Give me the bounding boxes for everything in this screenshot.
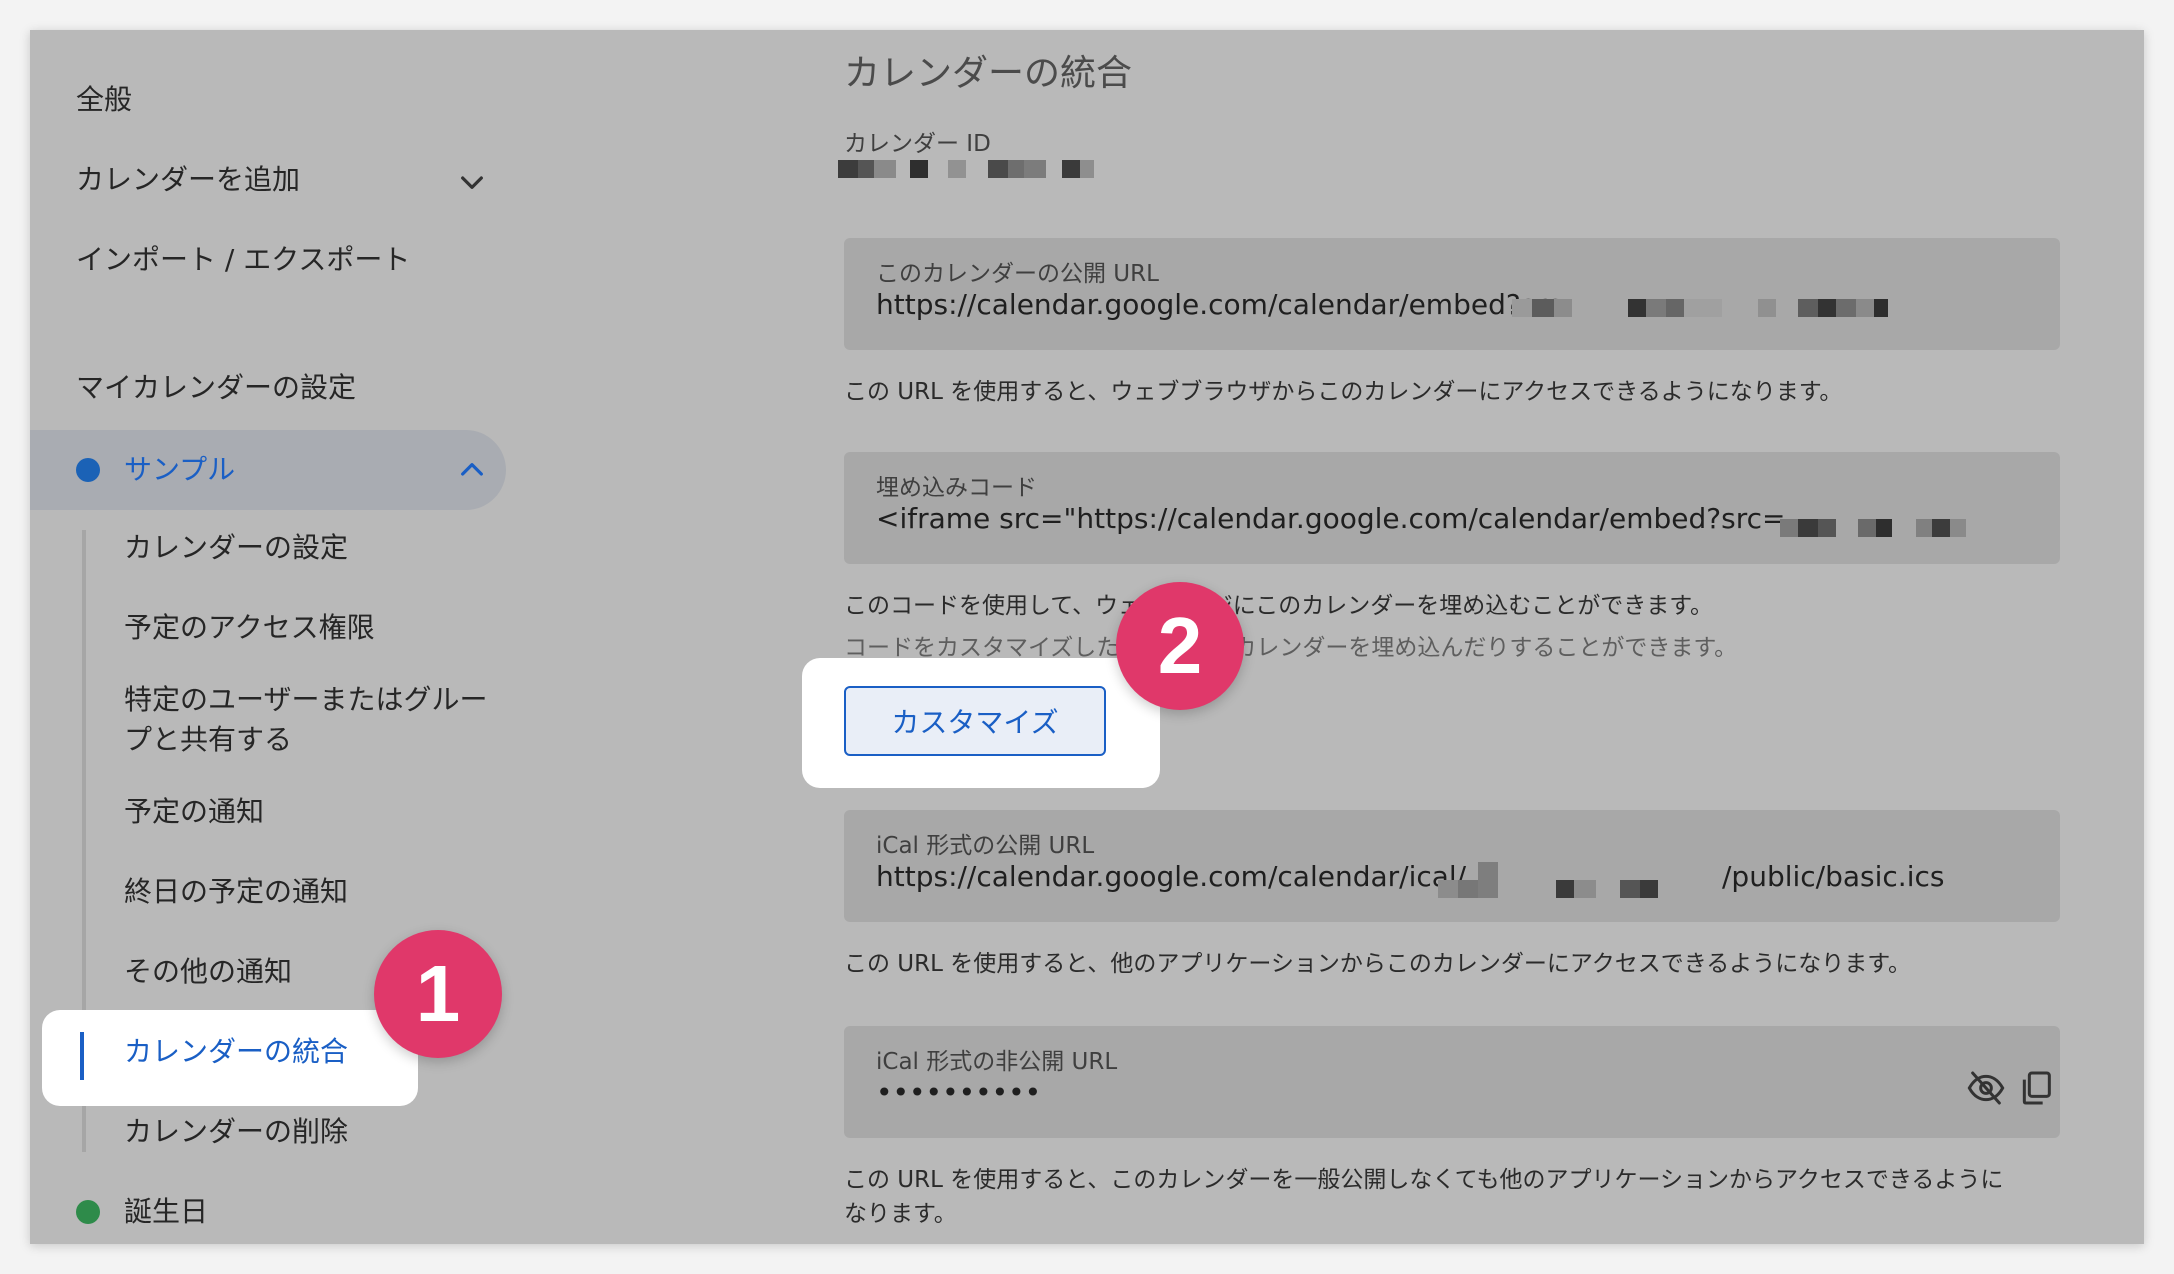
public-url-field[interactable]: このカレンダーの公開 URL https://calendar.google.c… bbox=[844, 238, 2060, 350]
sidebar-item-add-calendar[interactable]: カレンダーを追加 bbox=[76, 160, 300, 200]
redacted-value bbox=[1512, 299, 1888, 317]
sidebar-item-general[interactable]: 全般 bbox=[76, 80, 132, 120]
embed-code-description-2: コードをカスタマイズしたり、複数のカレンダーを埋め込んだりすることができます。 bbox=[844, 635, 1738, 661]
embed-code-label: 埋め込みコード bbox=[876, 475, 1037, 501]
settings-window: 全般 カレンダーを追加 インポート / エクスポート マイカレンダーの設定 サン… bbox=[30, 30, 2144, 1244]
step1-badge: 1 bbox=[374, 930, 502, 1058]
sidebar-item-delete[interactable]: カレンダーの削除 bbox=[124, 1112, 348, 1152]
sidebar-item-integrate[interactable]: カレンダーの統合 bbox=[124, 1032, 348, 1072]
ical-public-url-field[interactable]: iCal 形式の公開 URL https://calendar.google.c… bbox=[844, 810, 2060, 922]
sidebar-item-access-permissions[interactable]: 予定のアクセス権限 bbox=[124, 608, 375, 648]
eye-off-icon[interactable] bbox=[1966, 1068, 2006, 1108]
active-calendar-name: サンプル bbox=[124, 453, 236, 486]
public-url-label: このカレンダーの公開 URL bbox=[876, 261, 1159, 287]
ical-public-url-description: この URL を使用すると、他のアプリケーションからこのカレンダーにアクセスでき… bbox=[844, 951, 1911, 977]
calendar-id-redacted bbox=[838, 160, 1094, 178]
sidebar-item-calendar-settings[interactable]: カレンダーの設定 bbox=[124, 528, 348, 568]
sidebar-item-event-notifications[interactable]: 予定の通知 bbox=[124, 792, 264, 832]
page-title: カレンダーの統合 bbox=[844, 53, 1133, 94]
calendar-id-label: カレンダー ID bbox=[844, 131, 991, 157]
public-url-description: この URL を使用すると、ウェブブラウザからこのカレンダーにアクセスできるよう… bbox=[844, 379, 1843, 405]
embed-code-description: このコードを使用して、ウェブページにこのカレンダーを埋め込むことができます。 bbox=[844, 593, 1713, 619]
ical-private-url-value[interactable]: •••••••••• bbox=[876, 1076, 1041, 1109]
ical-private-url-label: iCal 形式の非公開 URL bbox=[876, 1049, 1118, 1075]
my-calendars-heading: マイカレンダーの設定 bbox=[76, 371, 357, 404]
ical-public-url-suffix[interactable]: /public/basic.ics bbox=[1722, 860, 1944, 893]
ical-public-url-prefix[interactable]: https://calendar.google.com/calendar/ica… bbox=[876, 860, 1466, 893]
calendar-color-dot bbox=[76, 1200, 100, 1224]
ical-private-url-description: この URL を使用すると、このカレンダーを一般公開しなくても他のアプリケーショ… bbox=[844, 1167, 2004, 1193]
sidebar-item-share-line1[interactable]: 特定のユーザーまたはグルー bbox=[124, 680, 487, 720]
chevron-down-icon[interactable] bbox=[456, 166, 488, 198]
active-calendar-row[interactable] bbox=[30, 430, 506, 510]
embed-code-field[interactable]: 埋め込みコード <iframe src="https://calendar.go… bbox=[844, 452, 2060, 564]
ical-private-url-field[interactable]: iCal 形式の非公開 URL •••••••••• bbox=[844, 1026, 2060, 1138]
ical-private-url-description-2: なります。 bbox=[844, 1201, 957, 1227]
calendar-color-dot bbox=[76, 458, 100, 482]
sidebar-item-allday-notifications[interactable]: 終日の予定の通知 bbox=[124, 872, 348, 912]
chevron-up-icon[interactable] bbox=[456, 454, 488, 486]
sidebar-item-birthdays[interactable]: 誕生日 bbox=[124, 1192, 208, 1232]
step2-badge: 2 bbox=[1116, 582, 1244, 710]
ical-public-url-label: iCal 形式の公開 URL bbox=[876, 833, 1095, 859]
redacted-value bbox=[1438, 862, 1658, 898]
embed-code-value[interactable]: <iframe src="https://calendar.google.com… bbox=[876, 502, 1785, 535]
active-indicator bbox=[80, 1032, 84, 1080]
copy-icon[interactable] bbox=[2016, 1068, 2056, 1108]
public-url-value[interactable]: https://calendar.google.com/calendar/emb… bbox=[876, 288, 1585, 321]
sidebar-item-share-line2[interactable]: プと共有する bbox=[124, 720, 292, 760]
redacted-value bbox=[1780, 519, 1966, 537]
customize-button[interactable]: カスタマイズ bbox=[844, 686, 1106, 756]
sidebar-item-other-notifications[interactable]: その他の通知 bbox=[124, 952, 292, 992]
sidebar-item-import-export[interactable]: インポート / エクスポート bbox=[76, 240, 410, 280]
